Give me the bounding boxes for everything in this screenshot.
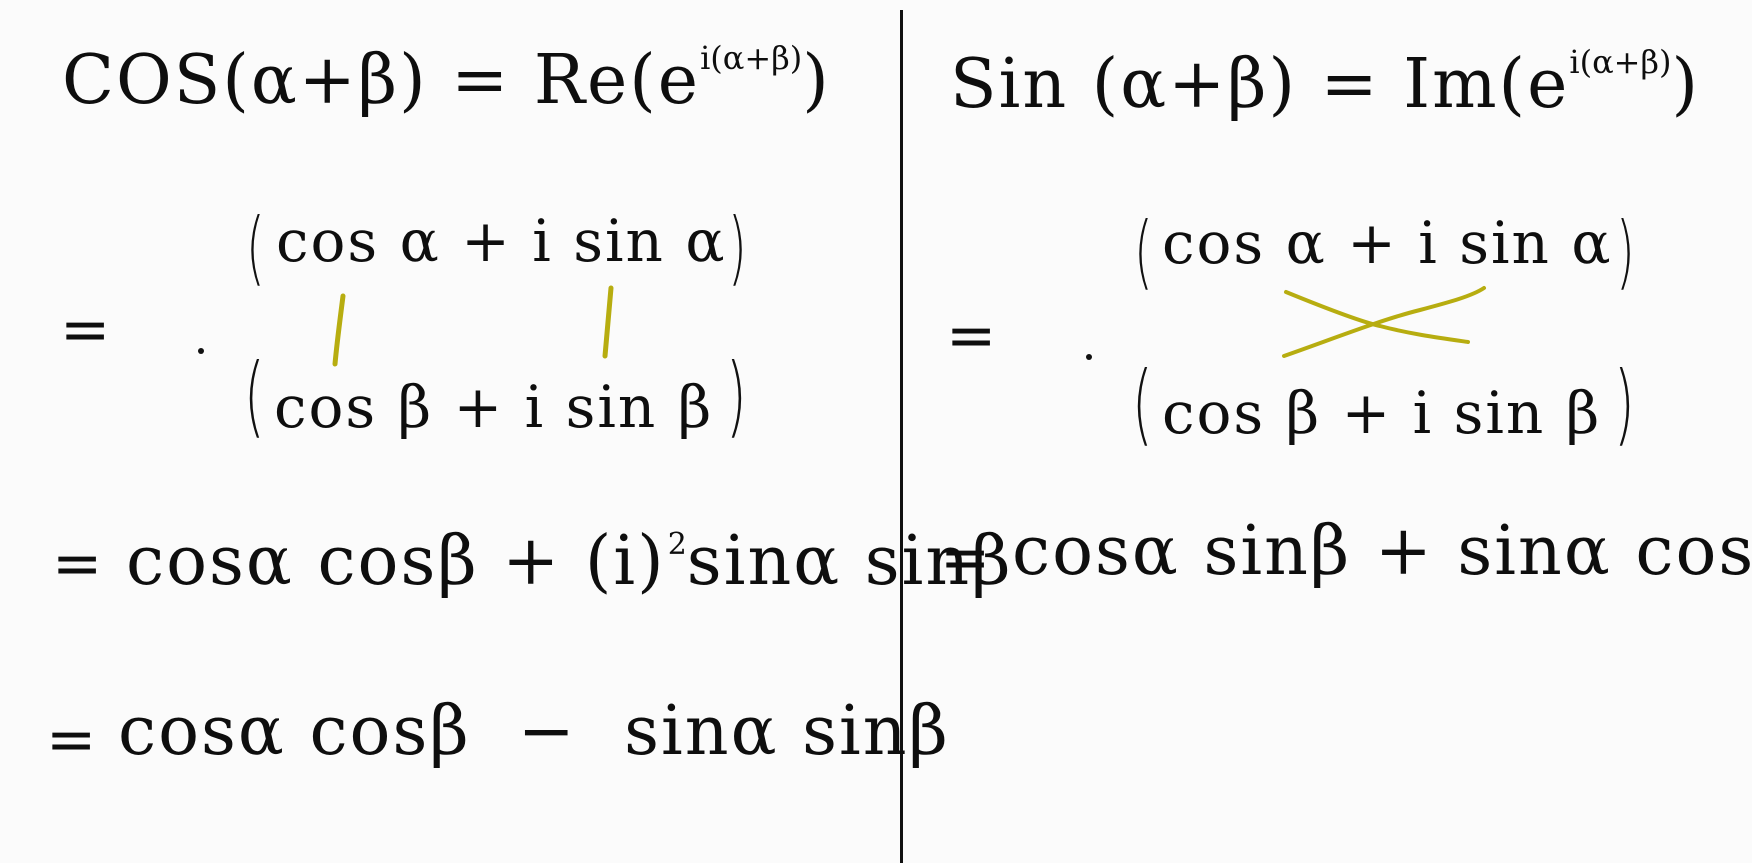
right-top-open-paren: ( bbox=[1134, 205, 1153, 298]
right-bottom-close-paren: ) bbox=[1614, 352, 1635, 455]
left-step1-top: cos α + i sin α bbox=[276, 207, 727, 275]
left-step2-superscript: 2 bbox=[667, 527, 687, 562]
right-step1-bottom: cos β + i sin β bbox=[1162, 379, 1602, 447]
right-heading-close: ) bbox=[1671, 45, 1700, 124]
right-step2-expression: cosα sinβ + sinα cosβ bbox=[1012, 512, 1752, 591]
right-step1-top: cos α + i sin α bbox=[1162, 209, 1613, 277]
left-step2-expression: cosα cosβ + (i)2sinα sinβ bbox=[126, 528, 1013, 596]
right-cross-mark-2 bbox=[1282, 286, 1486, 358]
left-step1-equals: = bbox=[60, 295, 111, 365]
left-cos-connector-mark bbox=[332, 293, 346, 367]
left-sin-connector-mark bbox=[602, 285, 614, 359]
left-bottom-open-paren: ( bbox=[244, 344, 265, 447]
right-top-close-paren: ) bbox=[1616, 205, 1635, 298]
left-heading-exponent: i(α+β) bbox=[700, 39, 803, 77]
right-step2-equals: = bbox=[940, 523, 991, 593]
left-heading-close: ) bbox=[802, 41, 831, 120]
left-top-close-paren: ) bbox=[728, 201, 747, 294]
left-step3-expression: cosα cosβ − sinα sinβ bbox=[118, 692, 950, 771]
right-multiply-dot bbox=[1086, 354, 1092, 360]
left-bottom-close-paren: ) bbox=[726, 344, 747, 447]
right-heading-exponent: i(α+β) bbox=[1569, 43, 1672, 81]
left-step2-pre: cosα cosβ + (i) bbox=[126, 522, 666, 601]
right-step1-equals: = bbox=[946, 301, 997, 371]
left-step3-equals: = bbox=[46, 705, 97, 775]
left-step2-equals: = bbox=[52, 529, 103, 599]
whiteboard-page: COS(α+β) = Re(ei(α+β)) = ( cos α + i sin… bbox=[0, 0, 1752, 863]
right-heading: Sin (α+β) = Im(ei(α+β)) bbox=[950, 46, 1700, 119]
left-multiply-dot bbox=[198, 348, 204, 354]
left-heading: COS(α+β) = Re(ei(α+β)) bbox=[62, 42, 831, 115]
left-step1-bottom: cos β + i sin β bbox=[274, 373, 714, 441]
left-heading-lhs: COS(α+β) = Re(e bbox=[62, 41, 701, 120]
right-heading-lhs: Sin (α+β) = Im(e bbox=[950, 45, 1570, 124]
left-top-open-paren: ( bbox=[246, 201, 265, 294]
right-bottom-open-paren: ( bbox=[1132, 352, 1153, 455]
right-cross-mark-1 bbox=[1284, 290, 1470, 344]
